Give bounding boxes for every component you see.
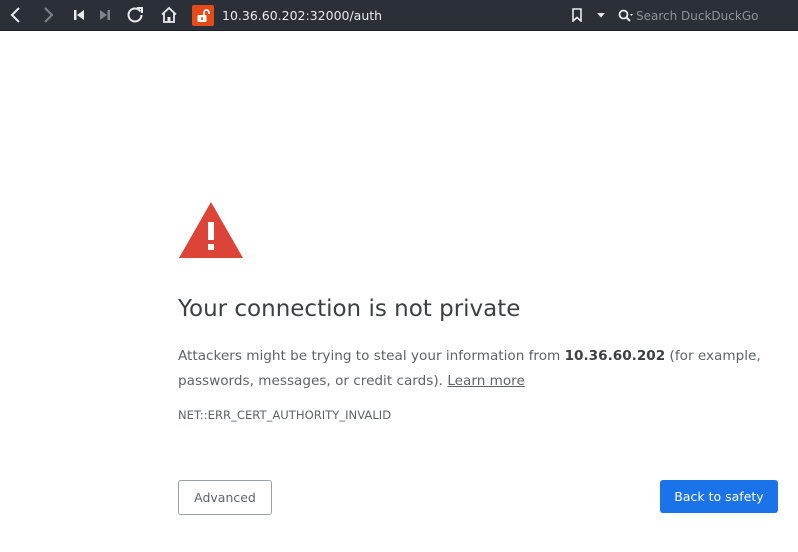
back-to-safety-button[interactable]: Back to safety [660, 480, 778, 513]
description-prefix: Attackers might be trying to steal your … [178, 348, 565, 364]
skip-back-icon[interactable] [69, 5, 89, 25]
search-input[interactable] [634, 6, 786, 25]
forward-icon[interactable] [38, 5, 58, 25]
search-box[interactable] [618, 5, 788, 26]
url-bar[interactable]: 10.36.60.202:32000/auth [222, 6, 382, 25]
learn-more-link[interactable]: Learn more [447, 373, 525, 389]
home-icon[interactable] [159, 5, 179, 25]
page-title: Your connection is not private [178, 296, 521, 322]
error-description: Attackers might be trying to steal your … [178, 344, 778, 393]
back-icon[interactable] [6, 5, 26, 25]
error-page: Your connection is not private Attackers… [0, 31, 798, 552]
warning-icon [179, 202, 243, 258]
skip-forward-icon[interactable] [95, 5, 115, 25]
error-code: NET::ERR_CERT_AUTHORITY_INVALID [178, 408, 392, 422]
reload-icon[interactable] [125, 5, 145, 25]
search-icon [618, 9, 634, 23]
insecure-lock-icon[interactable] [192, 5, 214, 26]
dropdown-icon[interactable] [591, 5, 611, 25]
bookmark-icon[interactable] [567, 5, 587, 25]
advanced-button[interactable]: Advanced [178, 480, 272, 515]
browser-toolbar: 10.36.60.202:32000/auth [0, 0, 798, 31]
host-name: 10.36.60.202 [564, 348, 666, 364]
